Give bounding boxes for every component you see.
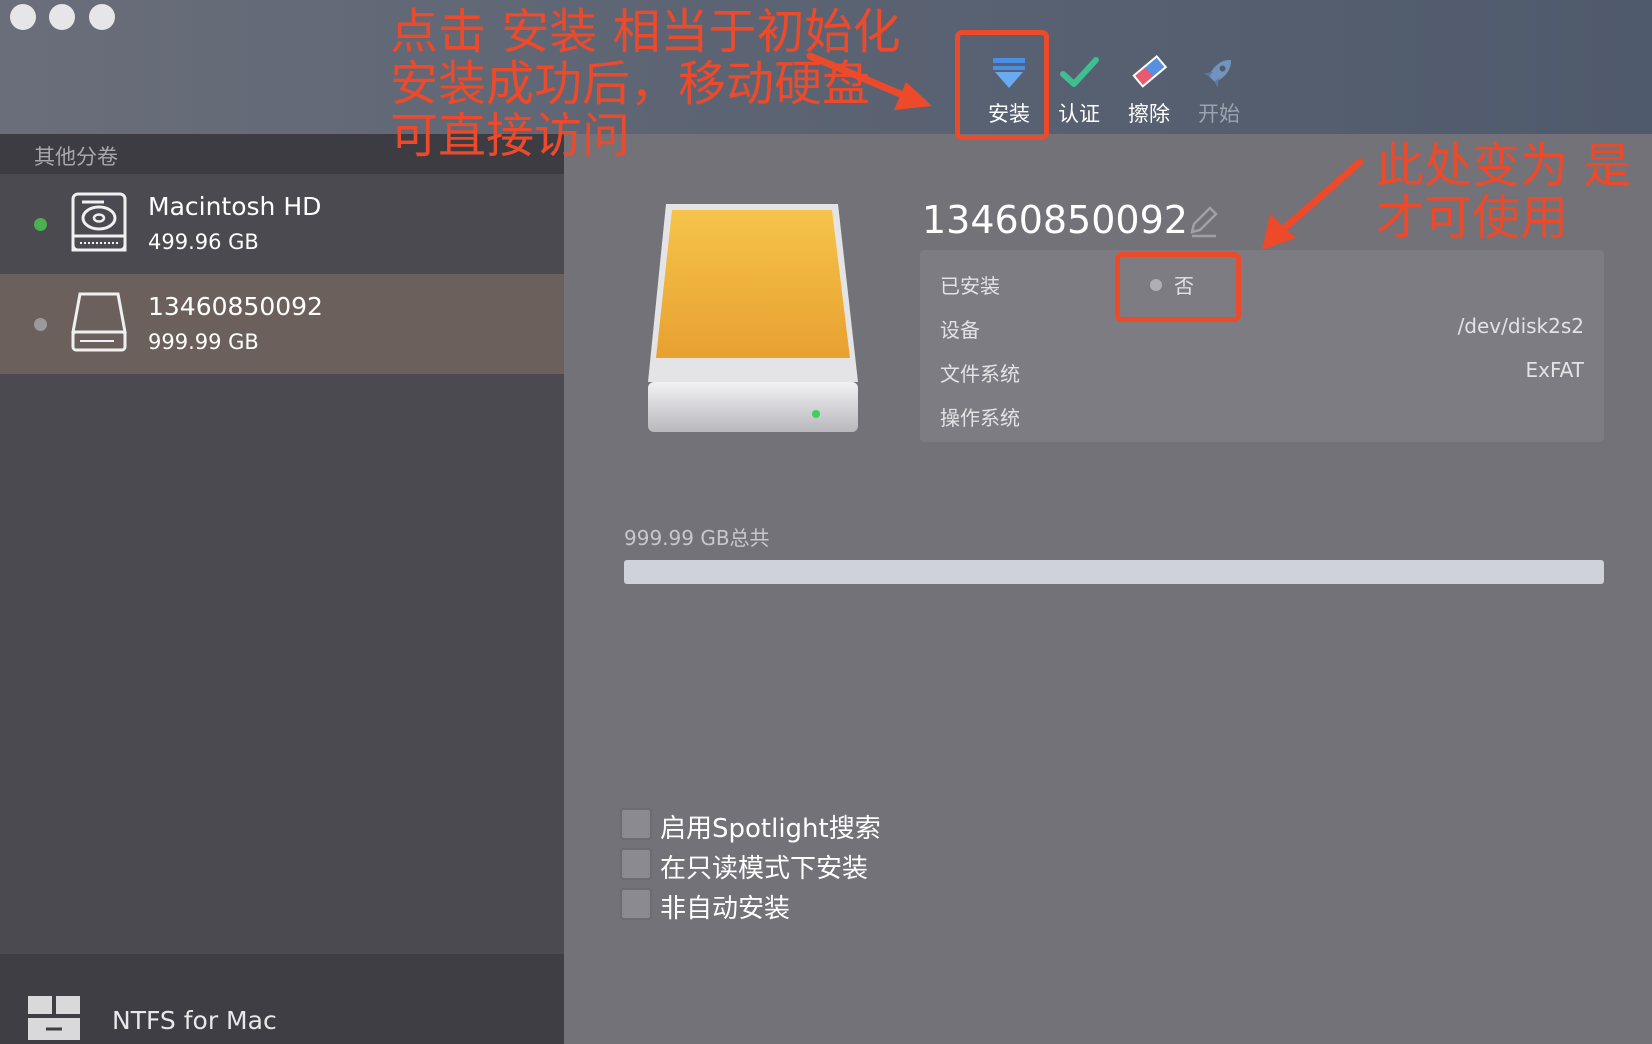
annotation-arrow-to-installed-status (1262, 158, 1364, 250)
annotation-arrow-to-install (806, 52, 932, 110)
annotation-arrows (806, 52, 1364, 250)
